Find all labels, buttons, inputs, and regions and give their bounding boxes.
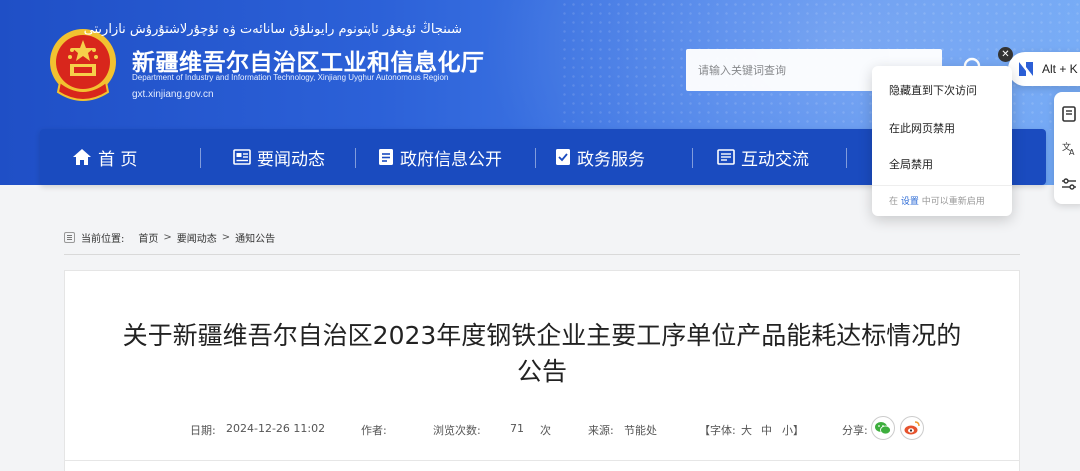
menu-item-disable-on-page[interactable]: 在此网页禁用 xyxy=(889,120,955,136)
home-icon xyxy=(73,149,91,165)
nav-item-news[interactable]: 要闻动态 xyxy=(233,129,325,185)
meta-source: 节能处 xyxy=(624,424,657,437)
meta-font-label: 【字体: xyxy=(699,424,736,437)
meta-views-unit: 次 xyxy=(540,424,551,437)
meta-divider xyxy=(64,460,1020,461)
breadcrumb-separator: > xyxy=(163,232,172,243)
nav-label: 政务服务 xyxy=(577,149,645,170)
nav-item-gov-info[interactable]: 政府信息公开 xyxy=(378,129,502,185)
service-icon xyxy=(556,149,570,165)
extension-logo-icon xyxy=(1019,62,1033,76)
breadcrumb-news[interactable]: 要闻动态 xyxy=(177,230,217,245)
menu-footer-hint: 在 设置 中可以重新启用 xyxy=(889,194,985,207)
interact-icon xyxy=(717,149,735,165)
share-wechat-button[interactable] xyxy=(871,416,895,440)
article-title-line: 公告 xyxy=(516,357,567,386)
menu-item-hide-until-next-visit[interactable]: 隐藏直到下次访问 xyxy=(889,82,977,98)
nav-separator xyxy=(535,148,536,168)
share-label: 分享: xyxy=(842,424,868,437)
nav-separator xyxy=(355,148,356,168)
breadcrumb-separator: > xyxy=(221,232,231,243)
nav-item-gov-service[interactable]: 政务服务 xyxy=(555,129,645,185)
footer-prefix: 在 xyxy=(889,197,899,207)
nav-label: 要闻动态 xyxy=(257,149,325,170)
meta-date: 2024-12-26 11:02 xyxy=(226,422,326,435)
breadcrumb-label: 当前位置: xyxy=(81,234,125,245)
settings-link[interactable]: 设置 xyxy=(901,197,919,207)
meta-views-label: 浏览次数: xyxy=(433,424,481,437)
breadcrumb-divider xyxy=(64,254,1020,255)
article-title-line: 关于新疆维吾尔自治区2023年度钢铁企业主要工序单位产品能耗达标情况的 xyxy=(122,321,962,350)
menu-divider xyxy=(872,185,1012,186)
site-title-english: Department of Industry and Information T… xyxy=(132,73,449,82)
translate-icon[interactable]: 文 A xyxy=(1061,140,1077,156)
meta-views: 71 xyxy=(510,422,524,435)
nav-separator xyxy=(846,148,847,168)
weibo-icon xyxy=(904,421,920,435)
share-weibo-button[interactable] xyxy=(900,416,924,440)
nav-label: 首 页 xyxy=(98,149,138,170)
svg-text:A: A xyxy=(1069,148,1075,156)
nav-item-home[interactable]: 首 页 xyxy=(72,129,137,185)
nav-item-interaction[interactable]: 互动交流 xyxy=(717,129,809,185)
breadcrumb-home[interactable]: 首页 xyxy=(138,230,158,245)
news-icon xyxy=(233,149,251,165)
font-size-large[interactable]: 大 xyxy=(741,422,752,438)
article-title: 关于新疆维吾尔自治区2023年度钢铁企业主要工序单位产品能耗达标情况的 公告 xyxy=(64,318,1020,390)
extension-shortcut-pill[interactable]: Alt + K xyxy=(1008,52,1080,86)
location-icon xyxy=(64,232,75,243)
nav-label: 互动交流 xyxy=(741,149,809,170)
meta-date-label: 日期: xyxy=(190,424,216,437)
extension-shortcut: Alt + K xyxy=(1042,62,1078,76)
national-emblem-icon xyxy=(50,29,116,101)
site-domain: gxt.xinjiang.gov.cn xyxy=(132,89,214,100)
site-title: 新疆维吾尔自治区工业和信息化厅 xyxy=(132,50,485,76)
extension-disable-menu: 隐藏直到下次访问 在此网页禁用 全局禁用 在 设置 中可以重新启用 xyxy=(872,66,1012,216)
font-size-small[interactable]: 小】 xyxy=(782,422,804,438)
wechat-icon xyxy=(875,422,891,435)
menu-item-disable-globally[interactable]: 全局禁用 xyxy=(889,156,933,172)
meta-source-label: 来源: xyxy=(588,424,614,437)
extension-side-toolbar: 文 A xyxy=(1054,92,1080,204)
meta-author-label: 作者: xyxy=(361,424,387,437)
info-icon xyxy=(379,149,393,165)
nav-label: 政府信息公开 xyxy=(400,149,502,170)
footer-suffix: 中可以重新启用 xyxy=(921,197,985,207)
translate-page-icon[interactable] xyxy=(1061,106,1077,122)
nav-separator xyxy=(200,148,201,168)
font-size-medium[interactable]: 中 xyxy=(761,422,772,438)
site-title-uyghur: شىنجاڭ ئۇيغۇر ئاپتونوم رايونلۇق سانائەت … xyxy=(83,22,462,37)
breadcrumb-notices[interactable]: 通知公告 xyxy=(235,230,275,245)
breadcrumb: 当前位置: 首页 > 要闻动态 > 通知公告 xyxy=(64,230,275,245)
close-icon[interactable]: ✕ xyxy=(998,47,1013,62)
nav-separator xyxy=(692,148,693,168)
settings-sliders-icon[interactable] xyxy=(1061,176,1077,192)
